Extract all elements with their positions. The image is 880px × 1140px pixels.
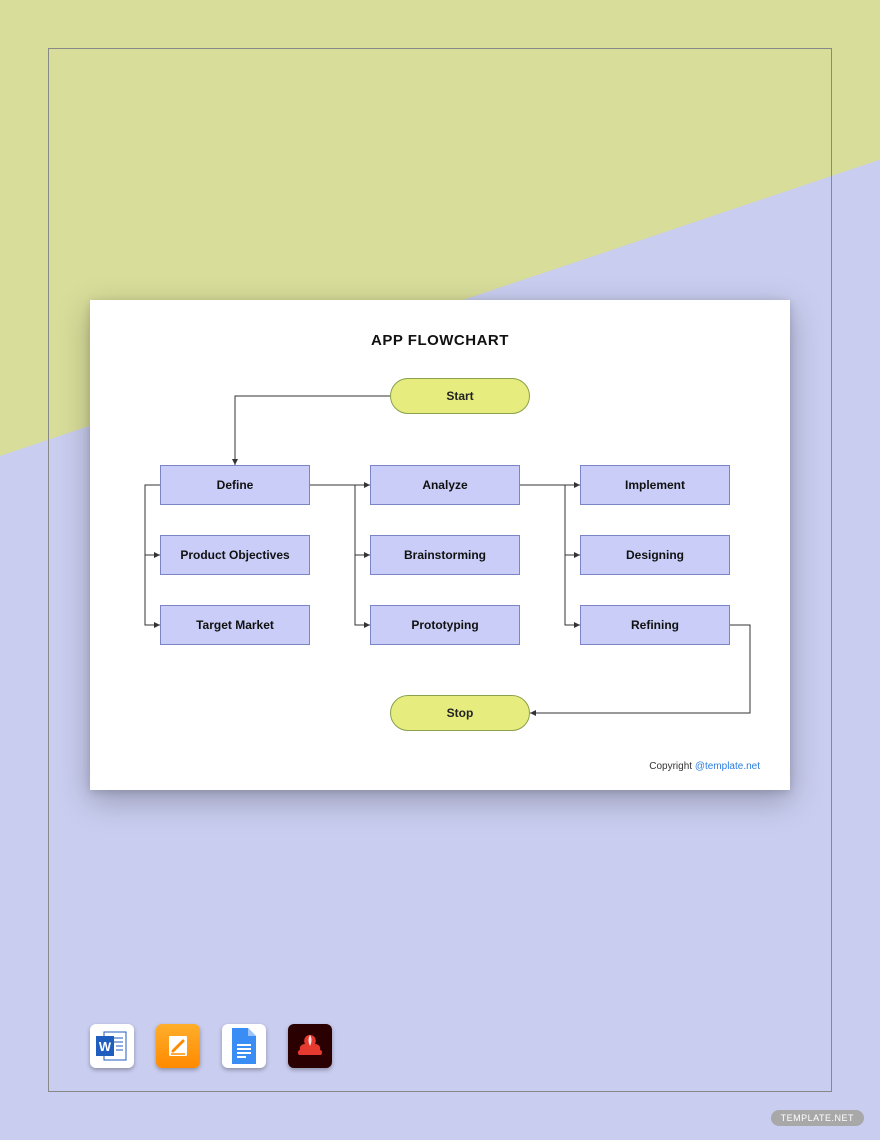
- node-implement-label: Implement: [625, 478, 685, 492]
- node-stop: Stop: [390, 695, 530, 731]
- copyright-link[interactable]: @template.net: [695, 761, 760, 772]
- node-analyze-label: Analyze: [422, 478, 467, 492]
- pdf-icon[interactable]: [288, 1024, 332, 1068]
- node-designing: Designing: [580, 535, 730, 575]
- node-target-market: Target Market: [160, 605, 310, 645]
- node-product-objectives-label: Product Objectives: [180, 548, 289, 562]
- node-prototyping-label: Prototyping: [411, 618, 478, 632]
- google-docs-icon[interactable]: [222, 1024, 266, 1068]
- watermark-badge: TEMPLATE.NET: [771, 1110, 864, 1126]
- app-icon-row: W: [90, 1024, 332, 1068]
- node-define-label: Define: [217, 478, 254, 492]
- word-icon[interactable]: W: [90, 1024, 134, 1068]
- node-start-label: Start: [446, 389, 473, 403]
- copyright-label: Copyright: [649, 761, 695, 772]
- node-designing-label: Designing: [626, 548, 684, 562]
- node-stop-label: Stop: [447, 706, 474, 720]
- node-target-market-label: Target Market: [196, 618, 274, 632]
- svg-text:W: W: [99, 1039, 112, 1054]
- node-refining-label: Refining: [631, 618, 679, 632]
- node-analyze: Analyze: [370, 465, 520, 505]
- flowchart-title: APP FLOWCHART: [90, 300, 790, 349]
- node-brainstorming: Brainstorming: [370, 535, 520, 575]
- copyright-line: Copyright @template.net: [649, 761, 760, 772]
- node-start: Start: [390, 378, 530, 414]
- flowchart-card: APP FLOWCHART Start Define Product Objec…: [90, 300, 790, 790]
- node-define: Define: [160, 465, 310, 505]
- node-prototyping: Prototyping: [370, 605, 520, 645]
- pages-icon[interactable]: [156, 1024, 200, 1068]
- node-brainstorming-label: Brainstorming: [404, 548, 486, 562]
- node-refining: Refining: [580, 605, 730, 645]
- node-product-objectives: Product Objectives: [160, 535, 310, 575]
- node-implement: Implement: [580, 465, 730, 505]
